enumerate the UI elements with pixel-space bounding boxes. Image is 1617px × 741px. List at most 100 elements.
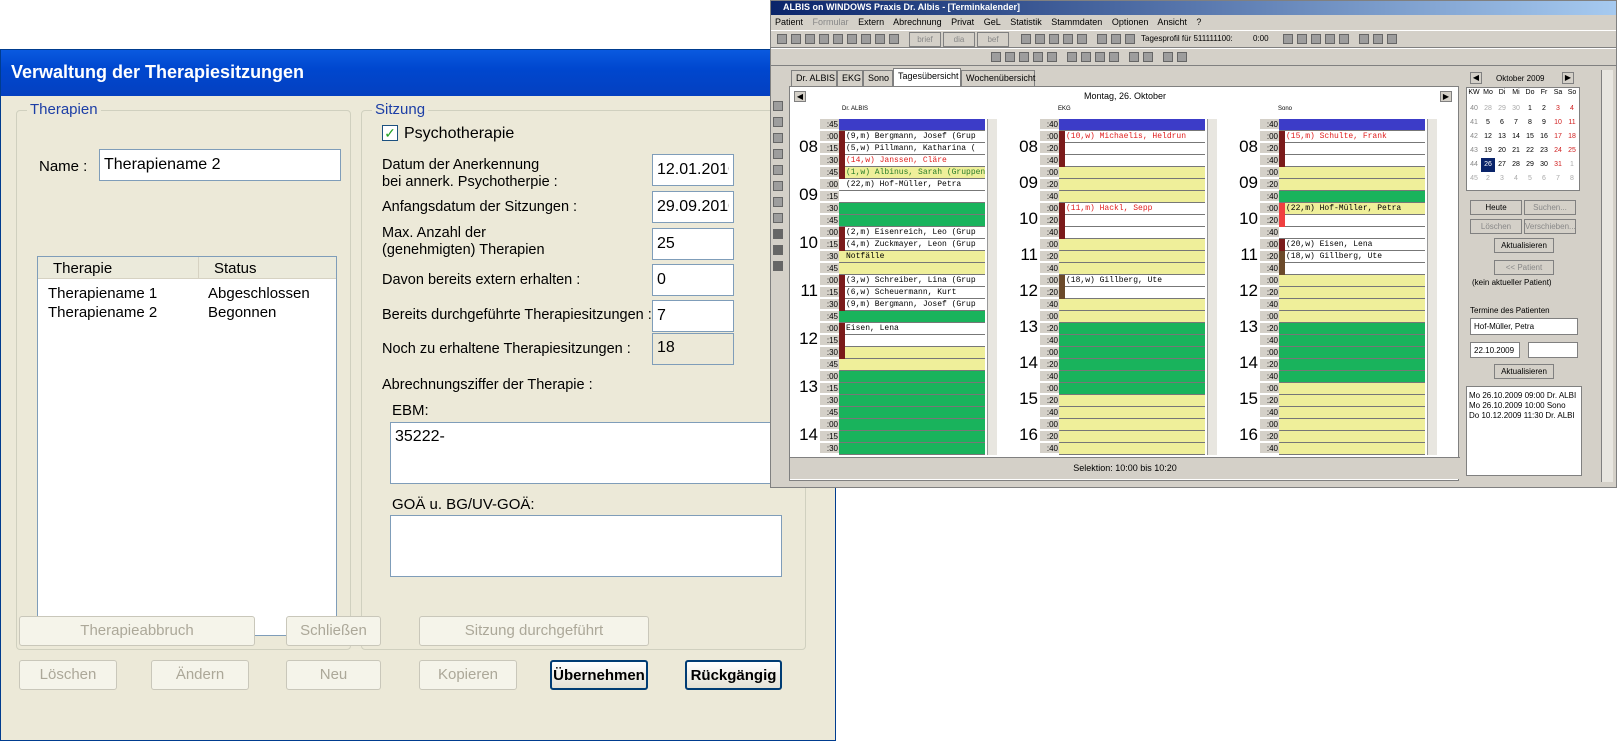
time-slot[interactable] [839,215,985,227]
menu-ansicht[interactable]: Ansicht [1157,17,1187,27]
time-slot[interactable] [1279,179,1425,191]
menu-formular[interactable]: Formular [813,17,849,27]
month-day[interactable]: 28 [1481,102,1495,116]
month-day[interactable]: 25 [1565,144,1579,158]
prev-month-button[interactable]: ◀ [1470,72,1482,84]
time-slot[interactable] [839,335,985,347]
time-slot[interactable] [1059,143,1205,155]
month-day[interactable]: 30 [1509,102,1523,116]
strip-icon[interactable] [773,245,783,255]
time-slot[interactable] [1059,287,1205,299]
exit-icon[interactable] [889,34,899,44]
time-slot[interactable] [1279,143,1425,155]
alarm-icon[interactable] [1163,52,1173,62]
find-icon[interactable] [1077,34,1087,44]
month-day[interactable]: 13 [1495,130,1509,144]
month-day[interactable]: 6 [1537,172,1551,186]
menu-statistik[interactable]: Statistik [1010,17,1042,27]
menu-help[interactable]: ? [1196,17,1201,27]
tab-wochenuebersicht[interactable]: Wochenübersicht [961,70,1035,86]
time-slot[interactable] [839,191,985,203]
appointment[interactable]: (3,w) Schreiber, Lina (Grup [846,275,986,286]
time-slot[interactable] [1059,311,1205,323]
column-scrollbar[interactable] [1427,119,1437,455]
time-slot[interactable] [1279,419,1425,431]
month-day[interactable]: 29 [1523,158,1537,172]
month-day[interactable]: 2 [1481,172,1495,186]
time-slot[interactable] [1279,371,1425,383]
aktualisieren-button[interactable]: Aktualisieren [1494,238,1554,253]
time-slot[interactable] [839,419,985,431]
aendern-button[interactable]: Ändern [151,660,249,690]
termine-patient-field[interactable]: Hof-Müller, Petra [1470,318,1578,335]
termine-list[interactable]: Mo 26.10.2009 09:00 Dr. ALBI Mo 26.10.20… [1466,386,1582,476]
printer-icon[interactable] [1097,34,1107,44]
kopieren-button[interactable]: Kopieren [419,660,517,690]
time-slot[interactable] [1059,323,1205,335]
month-day[interactable]: 29 [1495,102,1509,116]
month-day[interactable]: 3 [1495,172,1509,186]
time-slot[interactable] [839,347,985,359]
time-slot[interactable] [1059,395,1205,407]
appointment[interactable]: (18,w) Gillberg, Ute [1286,251,1426,262]
time-slot[interactable] [839,431,985,443]
time-slot[interactable] [1059,119,1205,131]
time-slot[interactable] [839,395,985,407]
column-scrollbar[interactable] [1207,119,1217,455]
time-slot[interactable] [1279,407,1425,419]
time-slot[interactable] [1059,239,1205,251]
tab-sono[interactable]: Sono [863,70,893,86]
psychotherapie-checkbox[interactable]: ✓ [382,125,398,141]
tool-icon[interactable] [1283,34,1293,44]
time-slot[interactable] [1059,431,1205,443]
month-day[interactable]: 8 [1565,172,1579,186]
appointment[interactable]: (9,m) Bergmann, Josef (Grup [846,131,986,142]
time-slot[interactable] [1059,443,1205,455]
strip-icon[interactable] [773,133,783,143]
binoculars-icon[interactable] [1063,34,1073,44]
time-slot[interactable] [839,359,985,371]
tool-icon[interactable] [1359,34,1369,44]
time-slot[interactable] [839,263,985,275]
tool-icon[interactable] [1311,34,1321,44]
appointment[interactable]: (14,w) Janssen, Cläre [846,155,986,166]
tool-icon[interactable] [1373,34,1383,44]
tool-icon[interactable] [1047,52,1057,62]
time-slot[interactable] [1059,179,1205,191]
tool-icon[interactable] [1339,34,1349,44]
month-day[interactable]: 4 [1565,102,1579,116]
time-slot[interactable] [1059,215,1205,227]
time-slot[interactable] [1059,335,1205,347]
appointment[interactable]: (22,m) Hof-Müller, Petra [846,179,986,190]
appointment[interactable]: Notfälle [846,251,986,262]
month-day[interactable]: 5 [1481,116,1495,130]
verschieben-button[interactable]: Verschieben... [1524,219,1576,234]
appointment[interactable]: (11,m) Hackl, Sepp [1066,203,1206,214]
time-slot[interactable] [1279,227,1425,239]
strip-icon[interactable] [773,181,783,191]
time-slot[interactable] [1279,311,1425,323]
time-slot[interactable] [1279,275,1425,287]
list-item-therapie[interactable]: Therapiename 2 [48,304,157,321]
time-slot[interactable] [1279,215,1425,227]
calendar-icon[interactable] [875,34,885,44]
time-slot[interactable] [839,443,985,455]
month-day[interactable]: 24 [1551,144,1565,158]
time-slot[interactable] [1059,359,1205,371]
column-ekg[interactable]: :40:00:20:40:00:20:40:00:20:40:00:20:40:… [1012,119,1217,455]
month-day[interactable]: 23 [1537,144,1551,158]
time-slot[interactable] [1059,155,1205,167]
strip-icon[interactable] [773,101,783,111]
new-icon[interactable] [777,34,787,44]
next-month-button[interactable]: ▶ [1562,72,1574,84]
print-icon[interactable] [805,34,815,44]
appointment[interactable]: (2,m) Eisenreich, Leo (Grup [846,227,986,238]
time-slot[interactable] [1059,167,1205,179]
appointment[interactable]: (1,w) Albinus, Sarah (Gruppen [846,167,986,178]
month-day[interactable]: 28 [1509,158,1523,172]
month-day[interactable]: 5 [1523,172,1537,186]
strip-icon[interactable] [773,197,783,207]
tab-dr-albis[interactable]: Dr. ALBIS [791,70,837,86]
strip-icon[interactable] [773,229,783,239]
tool-icon[interactable] [1019,52,1029,62]
